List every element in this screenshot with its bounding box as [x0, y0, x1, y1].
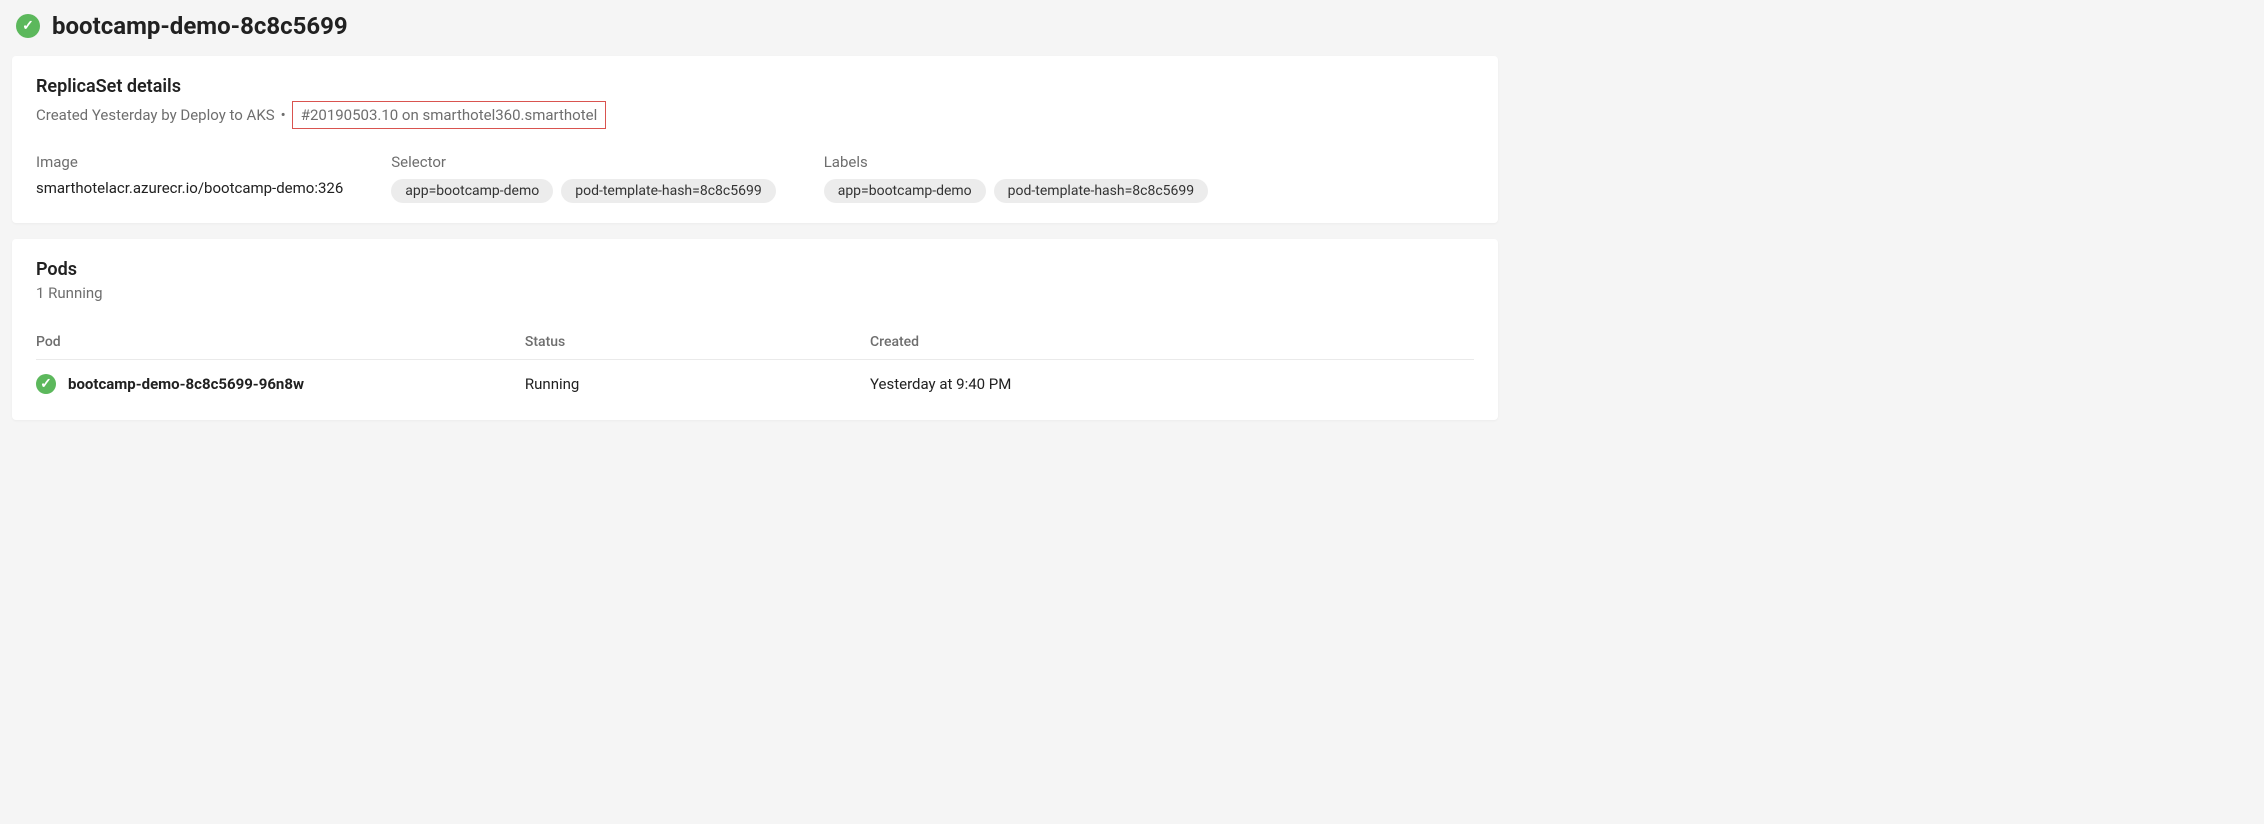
- checkmark-icon: ✓: [22, 19, 34, 33]
- status-success-icon: ✓: [16, 14, 40, 38]
- pods-header-status: Status: [525, 334, 870, 350]
- created-by-text: Created Yesterday by Deploy to AKS: [36, 106, 275, 124]
- labels-label: Labels: [824, 153, 1208, 171]
- image-label: Image: [36, 153, 343, 171]
- pods-subtitle: 1 Running: [36, 284, 1474, 302]
- pods-header-created: Created: [870, 334, 1474, 350]
- replicaset-details-card: ReplicaSet details Created Yesterday by …: [12, 56, 1498, 223]
- pods-header-row: Pod Status Created: [36, 326, 1474, 359]
- separator-dot: •: [281, 106, 286, 124]
- pod-status: Running: [525, 375, 870, 393]
- pods-card-title: Pods: [36, 259, 1474, 280]
- pods-header-pod: Pod: [36, 334, 525, 350]
- selector-block: Selector app=bootcamp-demo pod-template-…: [391, 153, 775, 203]
- pod-name: bootcamp-demo-8c8c5699-96n8w: [68, 375, 304, 393]
- pod-created: Yesterday at 9:40 PM: [870, 375, 1474, 393]
- selector-label: Selector: [391, 153, 775, 171]
- label-pill: app=bootcamp-demo: [824, 179, 986, 203]
- selector-pills: app=bootcamp-demo pod-template-hash=8c8c…: [391, 179, 775, 203]
- details-subtitle: Created Yesterday by Deploy to AKS • #20…: [36, 101, 1474, 129]
- checkmark-icon: ✓: [40, 377, 52, 391]
- selector-pill: app=bootcamp-demo: [391, 179, 553, 203]
- image-block: Image smarthotelacr.azurecr.io/bootcamp-…: [36, 153, 343, 203]
- selector-pill: pod-template-hash=8c8c5699: [561, 179, 775, 203]
- page-title: bootcamp-demo-8c8c5699: [52, 12, 348, 40]
- pods-table-row[interactable]: ✓ bootcamp-demo-8c8c5699-96n8w Running Y…: [36, 359, 1474, 400]
- image-value: smarthotelacr.azurecr.io/bootcamp-demo:3…: [36, 179, 343, 197]
- pod-status-success-icon: ✓: [36, 374, 56, 394]
- details-card-title: ReplicaSet details: [36, 76, 1474, 97]
- page-header: ✓ bootcamp-demo-8c8c5699: [12, 12, 1498, 40]
- pods-card: Pods 1 Running Pod Status Created ✓ boot…: [12, 239, 1498, 420]
- pod-name-cell: ✓ bootcamp-demo-8c8c5699-96n8w: [36, 374, 525, 394]
- build-link[interactable]: #20190503.10 on smarthotel360.smarthotel: [292, 101, 607, 129]
- details-grid: Image smarthotelacr.azurecr.io/bootcamp-…: [36, 153, 1474, 203]
- label-pill: pod-template-hash=8c8c5699: [994, 179, 1208, 203]
- labels-pills: app=bootcamp-demo pod-template-hash=8c8c…: [824, 179, 1208, 203]
- labels-block: Labels app=bootcamp-demo pod-template-ha…: [824, 153, 1208, 203]
- pods-table: Pod Status Created ✓ bootcamp-demo-8c8c5…: [36, 326, 1474, 400]
